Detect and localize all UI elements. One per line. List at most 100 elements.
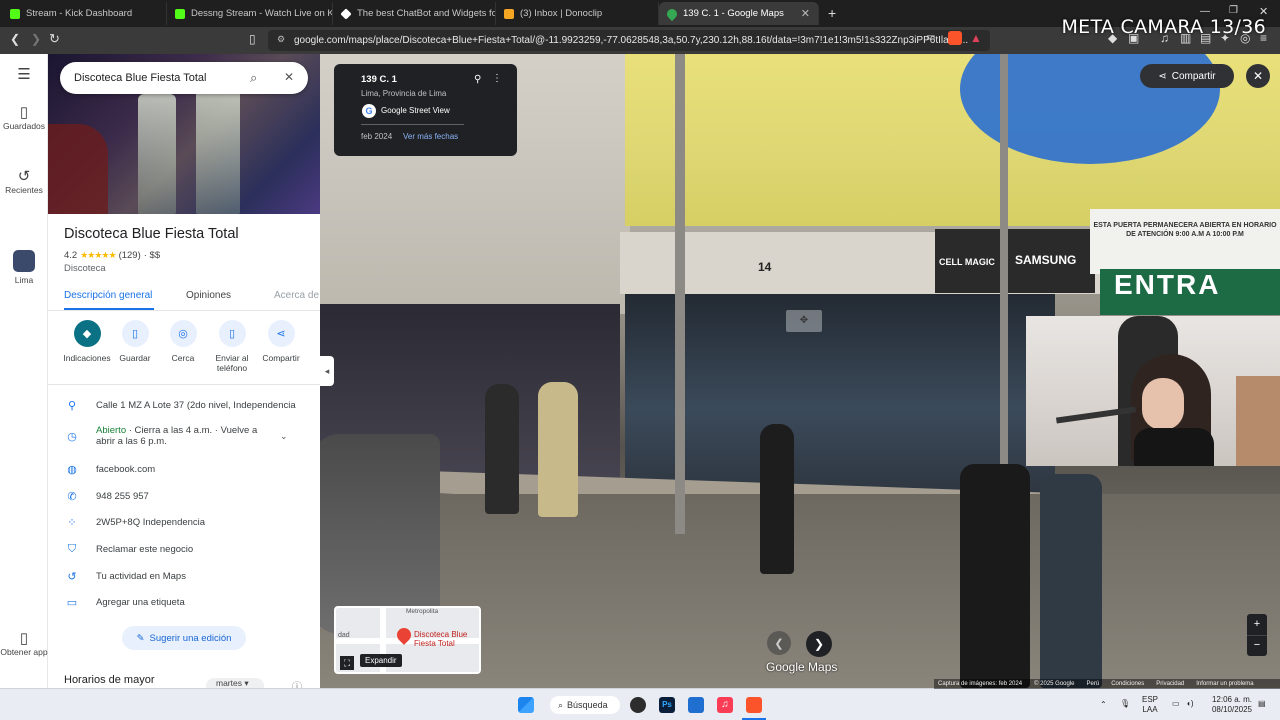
language-indicator[interactable]: ESP LAA bbox=[1142, 695, 1158, 715]
recent-place-lima[interactable]: Lima bbox=[0, 250, 48, 285]
browser-tab[interactable]: Dessng Stream - Watch Live on K bbox=[167, 2, 333, 25]
lang-bottom: LAA bbox=[1142, 705, 1158, 714]
pencil-icon: ✎ bbox=[136, 632, 145, 644]
hours-row[interactable]: ◷ Abierto · Cierra a las 4 a.m. · Vuelve… bbox=[48, 420, 320, 452]
store-sign-green: ENTRA bbox=[1100, 269, 1280, 315]
directions-button[interactable]: ◆ Indicaciones bbox=[60, 320, 114, 363]
action-label: Enviar al teléfono bbox=[215, 353, 249, 373]
minimap[interactable]: Metropolita dad Discoteca Blue Fiesta To… bbox=[334, 606, 481, 674]
phone-icon: ▯ bbox=[218, 320, 246, 347]
brave-rewards-icon[interactable]: ▲ bbox=[970, 31, 982, 45]
photoshop-icon[interactable]: Ps bbox=[659, 697, 675, 713]
new-tab-icon[interactable]: + bbox=[828, 5, 836, 21]
chevron-right-icon: ❯ bbox=[813, 637, 825, 651]
menu-button[interactable]: ☰ bbox=[0, 67, 48, 83]
store-icon[interactable] bbox=[688, 697, 704, 713]
forward-icon[interactable]: ❯ bbox=[31, 32, 41, 46]
browser-tab[interactable]: (3) Inbox | Donoclip bbox=[496, 2, 659, 25]
save-button[interactable]: ▯ Guardar bbox=[108, 320, 162, 363]
utility-pole bbox=[675, 54, 685, 534]
place-title: Discoteca Blue Fiesta Total bbox=[64, 226, 239, 242]
country-link[interactable]: Perú bbox=[1087, 681, 1100, 687]
tray-chevron-icon[interactable]: ⌃ bbox=[1100, 700, 1107, 710]
reload-icon[interactable]: ↻ bbox=[49, 31, 60, 47]
recent-label: Recientes bbox=[5, 185, 43, 195]
next-image-button[interactable]: ❯ bbox=[806, 631, 832, 657]
suggest-edit-button[interactable]: ✎ Sugerir una edición bbox=[122, 626, 246, 650]
close-street-view-button[interactable]: ✕ bbox=[1246, 64, 1270, 88]
search-icon[interactable]: ⌕ bbox=[250, 70, 257, 86]
volume-icon[interactable]: ◖) bbox=[1186, 699, 1194, 709]
music-app-icon[interactable]: ♫ bbox=[717, 697, 733, 713]
sv-title: 139 C. 1 bbox=[361, 74, 397, 85]
place-category[interactable]: Discoteca bbox=[64, 263, 106, 274]
location-pin-icon[interactable]: ⚲ bbox=[474, 74, 481, 85]
chevron-left-icon: ❮ bbox=[774, 637, 784, 650]
tab-overview[interactable]: Descripción general bbox=[64, 290, 152, 301]
brave-browser-icon[interactable] bbox=[746, 697, 762, 713]
site-info-icon[interactable]: ⚙ bbox=[277, 34, 285, 45]
expand-icon[interactable]: ⛶ bbox=[340, 656, 354, 670]
share-icon: ⋖ bbox=[1158, 70, 1167, 82]
phone-row[interactable]: ✆ 948 255 957 bbox=[48, 485, 320, 507]
send-to-phone-button[interactable]: ▯ Enviar al teléfono bbox=[205, 320, 259, 373]
more-options-icon[interactable]: ⋮ bbox=[492, 73, 502, 84]
review-count[interactable]: (129) bbox=[119, 250, 141, 261]
collapse-panel-button[interactable]: ◂ bbox=[320, 356, 334, 386]
activity-row[interactable]: ↺ Tu actividad en Maps bbox=[48, 565, 320, 587]
streamer-shirt bbox=[1134, 428, 1214, 466]
back-icon[interactable]: ❮ bbox=[10, 32, 20, 46]
tab-reviews[interactable]: Opiniones bbox=[186, 290, 231, 301]
share-button[interactable]: ⋖ Compartir bbox=[1140, 64, 1234, 88]
address-bar[interactable]: ⚙ google.com/maps/place/Discoteca+Blue+F… bbox=[268, 30, 990, 51]
pedestrian bbox=[760, 424, 794, 574]
help-icon[interactable]: ⓘ bbox=[292, 678, 302, 688]
chevron-down-icon[interactable]: ⌄ bbox=[280, 431, 288, 442]
report-problem-link[interactable]: Informar un problema bbox=[1196, 681, 1253, 687]
tab-about[interactable]: Acerca de bbox=[274, 290, 319, 301]
plus-code-row[interactable]: ⁘ 2W5P+8Q Independencia bbox=[48, 511, 320, 533]
day-select[interactable]: martes ▾ bbox=[206, 678, 264, 688]
activity-text: Tu actividad en Maps bbox=[96, 570, 186, 582]
search-icon: ⌕ bbox=[558, 699, 564, 710]
search-input[interactable]: Discoteca Blue Fiesta Total ⌕ ✕ bbox=[60, 62, 308, 94]
google-maps-logo: Google Maps bbox=[766, 660, 838, 674]
clear-search-icon[interactable]: ✕ bbox=[284, 70, 294, 84]
rating-stars: ★★★★★ bbox=[80, 250, 116, 260]
recent-button[interactable]: ↺ Recientes bbox=[0, 169, 48, 195]
browser-tab[interactable]: The best ChatBot and Widgets for Ki bbox=[333, 2, 496, 25]
previous-image-button[interactable]: ❮ bbox=[767, 631, 791, 655]
website-row[interactable]: ◍ facebook.com bbox=[48, 458, 320, 480]
close-tab-icon[interactable]: ✕ bbox=[795, 7, 810, 20]
zoom-out-button[interactable]: − bbox=[1247, 635, 1267, 656]
globe-icon: ◍ bbox=[67, 463, 77, 476]
network-icon[interactable]: ▭ bbox=[1172, 699, 1180, 709]
windows-start-icon[interactable] bbox=[518, 697, 534, 713]
zoom-in-button[interactable]: + bbox=[1247, 614, 1267, 635]
clock[interactable]: 12:06 a. m. 08/10/2025 bbox=[1206, 695, 1252, 715]
address-row[interactable]: ⚲ Calle 1 MZ A Lote 37 (2do nivel, Indep… bbox=[48, 394, 320, 416]
rating-value: 4.2 bbox=[64, 250, 78, 261]
mic-icon[interactable]: 🎙 bbox=[1120, 699, 1130, 709]
browser-tab-active[interactable]: 139 C. 1 - Google Maps ✕ bbox=[659, 2, 819, 25]
notification-icon[interactable]: ▤ bbox=[1258, 699, 1266, 709]
browser-tab[interactable]: Stream - Kick Dashboard bbox=[2, 2, 167, 25]
taskbar-search[interactable]: ⌕ Búsqueda bbox=[550, 696, 620, 714]
store-sign-samsung: CELL MAGIC SAMSUNG bbox=[935, 229, 1095, 293]
obs-icon[interactable] bbox=[630, 697, 646, 713]
get-app-button[interactable]: ▯ Obtener app bbox=[0, 631, 48, 657]
add-label-row[interactable]: ▭ Agregar una etiqueta bbox=[48, 591, 320, 613]
saved-button[interactable]: ▯ Guardados bbox=[0, 105, 48, 131]
store-notice-sign: ESTA PUERTA PERMANECERA ABIERTA EN HORAR… bbox=[1090, 209, 1280, 274]
maximize-icon[interactable]: ❐ bbox=[1229, 5, 1238, 16]
privacy-link[interactable]: Privacidad bbox=[1156, 681, 1184, 687]
bookmark-icon[interactable]: ▯ bbox=[249, 32, 256, 46]
history-icon: ↺ bbox=[67, 570, 77, 583]
brave-shields-icon[interactable] bbox=[948, 31, 962, 45]
cast-icon[interactable]: ▭ bbox=[926, 32, 935, 43]
share-button[interactable]: ⋖ Compartir bbox=[254, 320, 308, 363]
claim-business-row[interactable]: ⛉ Reclamar este negocio bbox=[48, 538, 320, 560]
terms-link[interactable]: Condiciones bbox=[1111, 681, 1144, 687]
nearby-button[interactable]: ◎ Cerca bbox=[156, 320, 210, 363]
more-dates-link[interactable]: Ver más fechas bbox=[403, 132, 458, 141]
